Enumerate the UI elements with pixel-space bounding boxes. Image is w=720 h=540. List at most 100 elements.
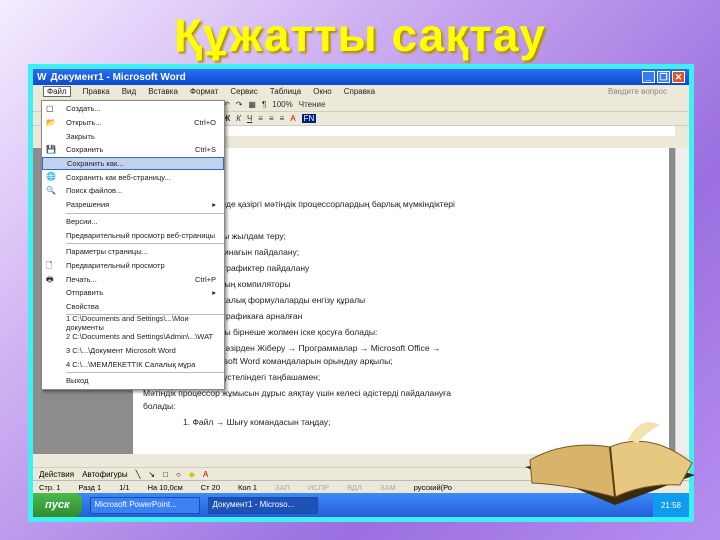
new-document-icon: ▢ <box>46 103 54 113</box>
task-word[interactable]: Документ1 - Microso... <box>207 496 318 514</box>
italic-button[interactable]: К <box>236 114 241 123</box>
style-button[interactable]: FN <box>301 114 317 123</box>
menu-item-label: Выход <box>66 376 89 386</box>
status-pages: 1/1 <box>119 482 130 492</box>
file-menu-item[interactable]: Сохранить как... <box>42 156 224 171</box>
menu-tools[interactable]: Сервис <box>230 87 257 96</box>
arrow-icon[interactable]: ↘ <box>148 470 155 479</box>
menu-item-label: Версии... <box>66 216 98 226</box>
file-menu-item[interactable]: Свойства <box>42 300 224 314</box>
search-files-icon: 🔍 <box>46 185 56 195</box>
menu-item-label: Предварительный просмотр <box>66 260 165 270</box>
menu-item-label: Поиск файлов... <box>66 186 123 196</box>
font-color-icon[interactable]: A <box>290 114 295 123</box>
file-menu-item[interactable]: 🔍 Поиск файлов... <box>42 184 224 198</box>
zoom-select[interactable]: 100% <box>272 100 292 109</box>
file-menu-item[interactable]: 3 C:\...\Документ Microsoft Word <box>42 344 224 358</box>
maximize-button[interactable]: ❐ <box>657 71 670 83</box>
menu-format[interactable]: Формат <box>190 87 218 96</box>
file-menu-item[interactable]: Отправить ▸ <box>42 286 224 300</box>
status-ovr: ЗАМ <box>379 482 396 492</box>
file-menu-item[interactable]: Предварительный просмотр веб-страницы <box>42 228 224 242</box>
save-icon: 💾 <box>46 144 56 154</box>
file-menu-item[interactable]: 🖶 Печать... Ctrl+P <box>42 272 224 286</box>
menu-separator <box>66 372 224 374</box>
menu-item-label: Сохранить как веб-страницу... <box>66 172 171 182</box>
menu-table[interactable]: Таблица <box>270 87 301 96</box>
file-menu-item[interactable]: 📂 Открыть... Ctrl+O <box>42 116 224 130</box>
align-right-icon[interactable]: ≡ <box>280 114 285 123</box>
menu-item-label: Открыть... <box>66 118 102 128</box>
menu-insert[interactable]: Вставка <box>148 87 178 96</box>
print-preview-icon: 🗋 <box>46 261 53 271</box>
table-icon[interactable]: ▦ <box>248 100 256 109</box>
menu-separator <box>66 212 224 214</box>
menu-item-label: Предварительный просмотр веб-страницы <box>66 230 216 240</box>
file-menu-item[interactable]: Выход <box>42 374 224 388</box>
rectangle-icon[interactable]: □ <box>163 470 168 479</box>
status-language: русский(Ро <box>413 482 452 492</box>
line-icon[interactable]: ╲ <box>136 470 141 479</box>
task-powerpoint[interactable]: Microsoft PowerPoint... <box>89 496 200 514</box>
menu-item-label: Сохранить <box>66 145 104 155</box>
menu-item-label: 3 C:\...\Документ Microsoft Word <box>66 346 176 356</box>
word-icon: W <box>37 71 47 83</box>
file-menu-item[interactable]: 2 C:\Documents and Settings\Admin\...\WA… <box>42 330 224 344</box>
status-line: Ст 20 <box>200 482 221 492</box>
close-button[interactable]: ✕ <box>672 71 685 83</box>
menu-bar: Файл Правка Вид Вставка Формат Сервис Та… <box>33 85 689 98</box>
start-button[interactable]: пуск <box>33 493 82 517</box>
menu-edit[interactable]: Правка <box>83 87 110 96</box>
menu-item-label: Закрыть <box>66 131 95 141</box>
save-web-icon: 🌐 <box>46 172 56 182</box>
file-menu-item[interactable]: 4 C:\...\МЕМЛЕКЕТТІК Салалық мұра <box>42 357 224 371</box>
menu-item-label: Разрешения <box>66 200 110 210</box>
file-menu-item[interactable]: ▢ Создать... <box>42 102 224 116</box>
status-rec: ЗАП <box>275 482 290 492</box>
file-menu-item[interactable]: 1 C:\Documents and Settings\...\Мои доку… <box>42 314 224 332</box>
oval-icon[interactable]: ○ <box>176 470 181 479</box>
file-menu-item[interactable]: Версии... <box>42 215 224 229</box>
minimize-button[interactable]: _ <box>642 71 655 83</box>
menu-separator <box>66 242 224 244</box>
file-menu-item[interactable]: 🗋 Предварительный просмотр <box>42 259 224 273</box>
file-menu-item[interactable]: Закрыть <box>42 129 224 143</box>
menu-window[interactable]: Окно <box>313 87 332 96</box>
menu-item-shortcut: Ctrl+O <box>194 118 216 128</box>
reading-button[interactable]: Чтение <box>299 100 326 109</box>
print-icon: 🖶 <box>46 275 54 285</box>
status-ext: ВДЛ <box>347 482 362 492</box>
help-search-input[interactable]: Введите вопрос <box>608 87 667 96</box>
status-trk: ИСПР <box>307 482 330 492</box>
menu-item-label: Создать... <box>66 104 101 114</box>
menu-help[interactable]: Справка <box>344 87 375 96</box>
align-center-icon[interactable]: ≡ <box>269 114 274 123</box>
menu-item-label: Отправить <box>66 288 104 298</box>
menu-view[interactable]: Вид <box>122 87 136 96</box>
file-menu-item[interactable]: Разрешения ▸ <box>42 198 224 212</box>
menu-file[interactable]: Файл <box>43 86 71 97</box>
status-position: На 10,0см <box>147 482 183 492</box>
font-color-icon[interactable]: A <box>203 470 208 479</box>
align-left-icon[interactable]: ≡ <box>258 114 263 123</box>
file-menu: ▢ Создать... 📂 Открыть... Ctrl+O Закрыть 💾 Сохр… <box>41 100 225 390</box>
menu-item-shortcut: ▸ <box>212 288 216 298</box>
menu-item-shortcut: ▸ <box>212 200 216 210</box>
menu-item-label: Печать... <box>66 274 97 284</box>
status-column: Кол 1 <box>238 482 258 492</box>
menu-item-label: 4 C:\...\МЕМЛЕКЕТТІК Салалық мұра <box>66 359 196 369</box>
redo-icon[interactable]: ↷ <box>236 100 243 109</box>
fill-color-icon[interactable]: ◆ <box>189 470 195 479</box>
file-menu-item[interactable]: Параметры страницы... <box>42 245 224 259</box>
status-section: Разд 1 <box>78 482 102 492</box>
actions-button[interactable]: Действия <box>39 470 74 479</box>
autoshapes-button[interactable]: Автофигуры <box>82 470 128 479</box>
menu-item-label: Параметры страницы... <box>66 247 148 257</box>
file-menu-item[interactable]: 💾 Сохранить Ctrl+S <box>42 143 224 157</box>
open-folder-icon: 📂 <box>46 117 56 127</box>
file-menu-item[interactable]: 🌐 Сохранить как веб-страницу... <box>42 170 224 184</box>
pilcrow-icon[interactable]: ¶ <box>262 100 266 109</box>
slide-title: Құжатты сақтау <box>174 9 546 61</box>
underline-button[interactable]: Ч <box>247 114 252 123</box>
menu-item-label: Свойства <box>66 301 99 311</box>
